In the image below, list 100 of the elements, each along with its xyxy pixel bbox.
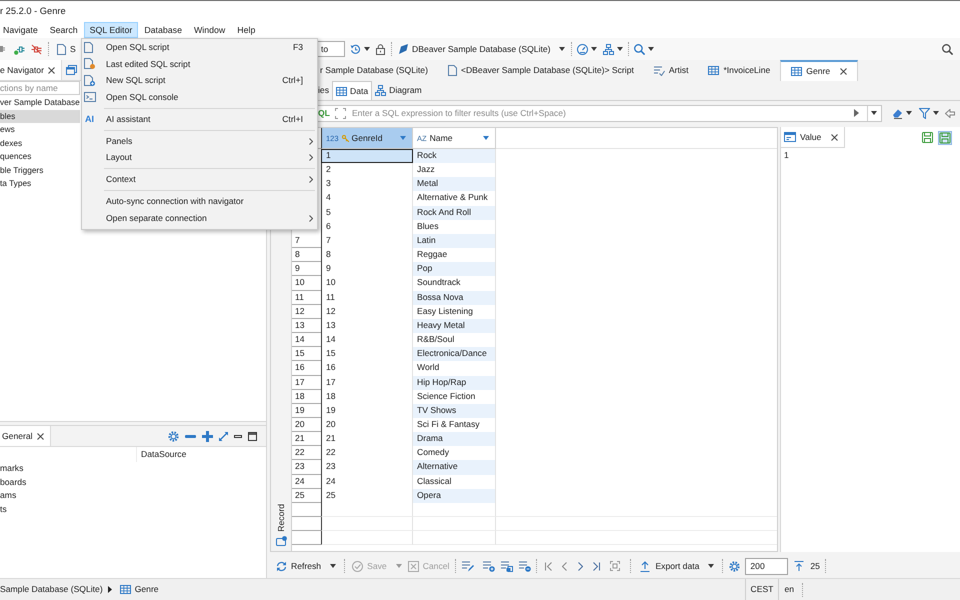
add-row-icon[interactable]: [483, 560, 496, 572]
row-number[interactable]: 16: [292, 361, 321, 376]
row-number[interactable]: 23: [292, 460, 321, 475]
project-item[interactable]: ams: [0, 489, 80, 502]
tree-item[interactable]: ble Triggers: [0, 164, 80, 177]
caret-icon[interactable]: [906, 111, 912, 115]
editor-subtab[interactable]: Data: [332, 81, 372, 100]
row-number[interactable]: 10: [292, 276, 321, 291]
row-number[interactable]: 7: [292, 234, 321, 248]
arrows-icon[interactable]: [219, 432, 228, 440]
fetch-size-field[interactable]: 200: [745, 558, 788, 574]
tree-item[interactable]: ta Types: [0, 177, 80, 190]
editor-tab[interactable]: <DBeaver Sample Database (SQLite)> Script: [438, 60, 644, 81]
restore-icon[interactable]: [66, 65, 77, 75]
search-icon[interactable]: [634, 44, 645, 54]
filter-icon[interactable]: [919, 108, 930, 118]
tree-item[interactable]: quences: [0, 150, 80, 164]
project-item[interactable]: boards: [0, 476, 80, 489]
editor-tab[interactable]: r Sample Database (SQLite): [318, 60, 438, 81]
fetch-all-icon[interactable]: [794, 560, 804, 572]
caret-icon[interactable]: [871, 111, 877, 115]
row-number[interactable]: 14: [292, 333, 321, 348]
filter-field[interactable]: QL Enter a SQL expression to filter results (use Ctrl+Space): [318, 104, 882, 122]
edit-row-icon[interactable]: [462, 560, 474, 572]
row-number[interactable]: 9: [292, 262, 321, 276]
filter-field[interactable]: ctions by name: [0, 81, 80, 95]
menu-item[interactable]: Window: [188, 22, 232, 38]
tree-item[interactable]: dexes: [0, 136, 80, 150]
editor-subtab[interactable]: Diagram: [372, 81, 425, 100]
panel-tab[interactable]: Value: [781, 127, 846, 148]
caret-icon[interactable]: [364, 47, 370, 51]
menu-item[interactable]: Database: [138, 22, 188, 38]
gear-icon[interactable]: [168, 430, 179, 442]
row-number[interactable]: 17: [292, 376, 321, 390]
caret-icon[interactable]: [708, 564, 714, 568]
menu-item[interactable]: Auto-sync connection with navigator: [82, 193, 317, 210]
row-number[interactable]: 12: [292, 304, 321, 319]
history-icon[interactable]: [350, 44, 361, 54]
datasource-button[interactable]: DBeaver Sample Database (SQLite): [399, 44, 551, 54]
expand-icon[interactable]: [334, 108, 346, 118]
copy-row-icon[interactable]: [501, 560, 514, 572]
project-item[interactable]: marks: [0, 462, 80, 476]
row-number[interactable]: 19: [292, 404, 321, 418]
editor-subtab[interactable]: ies: [318, 81, 332, 100]
row-number[interactable]: 25: [292, 488, 321, 503]
row-number[interactable]: 15: [292, 347, 321, 362]
caret-icon[interactable]: [590, 47, 597, 51]
caret-icon[interactable]: [330, 564, 336, 568]
tree-item[interactable]: bles: [0, 110, 80, 123]
editor-tab[interactable]: *InvoiceLine: [698, 60, 780, 81]
editor-tab[interactable]: Artist: [644, 60, 698, 81]
breadcrumb-item[interactable]: Sample Database (SQLite): [0, 584, 103, 595]
chevron-left-icon[interactable]: [562, 562, 568, 570]
breadcrumb-item[interactable]: Genre: [134, 584, 159, 595]
record-toggle[interactable]: Record: [276, 504, 286, 546]
refresh-button[interactable]: Refresh: [276, 560, 336, 572]
row-number[interactable]: 18: [292, 390, 321, 404]
row-number[interactable]: 13: [292, 318, 321, 334]
arrow-icon[interactable]: [945, 108, 955, 118]
menu-item[interactable]: Panels: [82, 132, 317, 150]
panel-tab[interactable]: e Navigator: [0, 60, 62, 80]
lock-icon[interactable]: [376, 44, 385, 54]
export-button[interactable]: Export data: [640, 560, 700, 572]
row-number[interactable]: 20: [292, 418, 321, 432]
caret-icon[interactable]: [933, 111, 939, 115]
minimize-icon[interactable]: [234, 434, 242, 438]
column-header[interactable]: DataSource: [137, 449, 186, 460]
row-number[interactable]: 11: [292, 290, 321, 305]
plus-icon[interactable]: [202, 430, 213, 442]
panel-tab[interactable]: General: [0, 426, 51, 446]
hierarchy-icon[interactable]: [602, 44, 614, 54]
tree-item[interactable]: ews: [0, 123, 80, 136]
menu-item[interactable]: AI AI assistant Ctrl+I: [82, 110, 317, 128]
transaction-field[interactable]: to: [318, 41, 345, 57]
delete-row-icon[interactable]: [519, 560, 532, 572]
row-number[interactable]: 22: [292, 446, 321, 460]
gear-icon[interactable]: [729, 560, 740, 572]
menu-item[interactable]: New SQL script Ctrl+]: [82, 72, 317, 89]
row-number[interactable]: 21: [292, 432, 321, 446]
menu-item[interactable]: Navigate: [0, 22, 44, 38]
save-icon[interactable]: [938, 130, 952, 144]
menu-item[interactable]: SQL Editor: [84, 22, 138, 38]
caret-icon[interactable]: [648, 47, 654, 51]
dashboard-icon[interactable]: [576, 44, 588, 54]
chevron-right-icon[interactable]: [578, 562, 584, 570]
row-number[interactable]: 8: [292, 248, 321, 262]
menu-item[interactable]: Search: [44, 22, 84, 38]
row-number[interactable]: 24: [292, 474, 321, 489]
search-icon[interactable]: [942, 44, 953, 54]
menu-item[interactable]: Open separate connection: [82, 210, 317, 226]
menu-item[interactable]: Layout: [82, 149, 317, 166]
close-icon[interactable]: [831, 134, 838, 140]
sql-editor-button[interactable]: S: [57, 44, 76, 54]
caret-icon[interactable]: [616, 47, 623, 51]
close-icon[interactable]: [48, 66, 55, 74]
minus-icon[interactable]: [185, 434, 196, 438]
menu-item[interactable]: Help: [231, 22, 262, 38]
caret-icon[interactable]: [558, 47, 565, 51]
eraser-icon[interactable]: [892, 108, 903, 118]
close-icon[interactable]: [36, 432, 44, 440]
